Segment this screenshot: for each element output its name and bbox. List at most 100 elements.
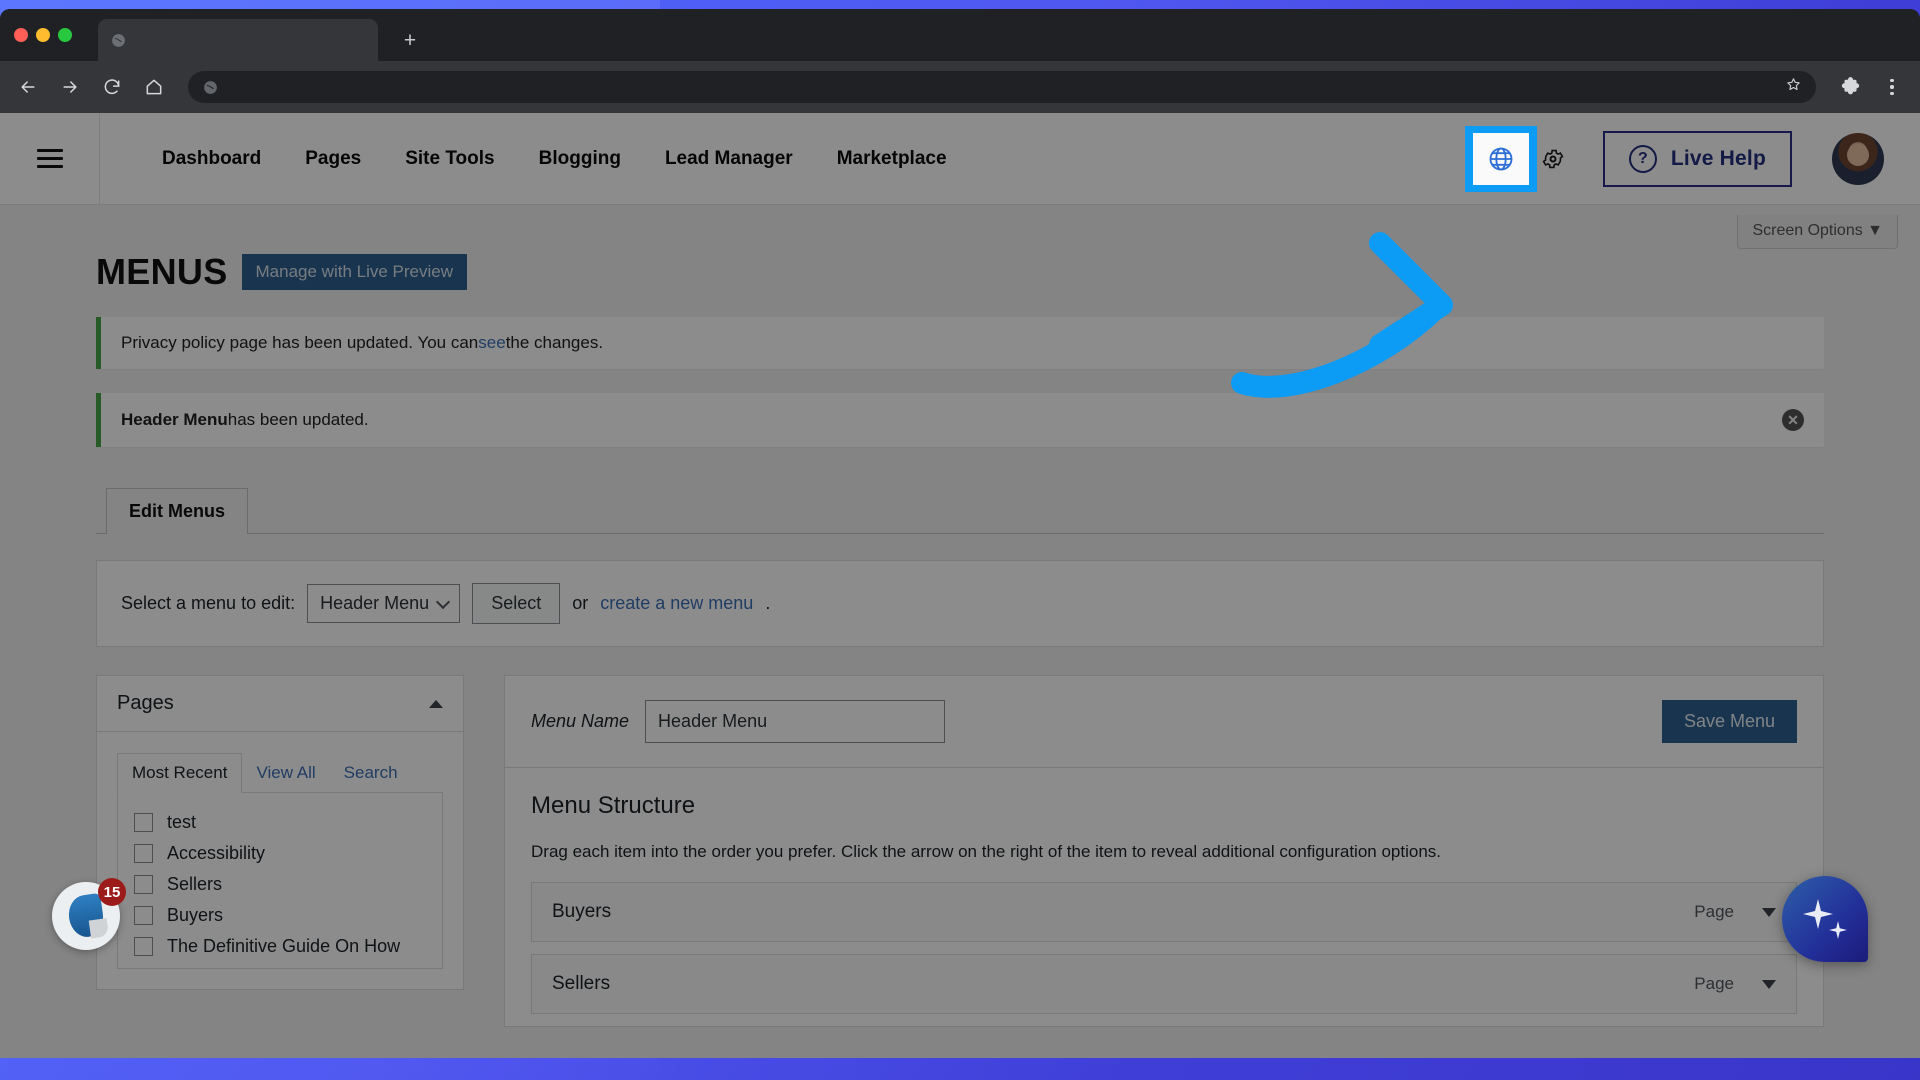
chevron-down-icon[interactable] xyxy=(1762,907,1776,917)
nav-item-dashboard[interactable]: Dashboard xyxy=(140,148,283,170)
see-changes-link[interactable]: see xyxy=(478,333,505,353)
menu-item-type: Page xyxy=(1694,902,1734,921)
tab-view-all[interactable]: View All xyxy=(242,754,329,792)
caret-up-icon[interactable] xyxy=(429,699,443,708)
or-text: or xyxy=(572,593,589,613)
checkbox[interactable] xyxy=(134,906,153,925)
checkbox[interactable] xyxy=(134,937,153,956)
list-item-label: Buyers xyxy=(167,905,224,925)
list-item[interactable]: Buyers xyxy=(134,900,426,931)
editor-columns: Pages Most Recent View All Search test A… xyxy=(96,675,1824,1027)
tab-most-recent[interactable]: Most Recent xyxy=(117,753,243,793)
menu-structure-title: Menu Structure xyxy=(531,792,696,819)
checkbox[interactable] xyxy=(134,875,153,894)
menu-items-list: Buyers Page Sellers Page xyxy=(505,862,1823,1014)
save-menu-button[interactable]: Save Menu xyxy=(1661,700,1797,743)
tab-edit-menus[interactable]: Edit Menus xyxy=(106,488,249,534)
nav-item-pages[interactable]: Pages xyxy=(283,148,383,170)
browser-toolbar xyxy=(0,61,1920,113)
menu-name-label: Menu Name xyxy=(531,711,630,731)
minimize-window-button[interactable] xyxy=(36,28,50,42)
list-item[interactable]: The Definitive Guide On How xyxy=(134,931,426,962)
star-icon[interactable] xyxy=(1785,76,1802,98)
notice-menu-text: has been updated. xyxy=(227,410,369,429)
admin-tabs: Edit Menus xyxy=(96,487,1824,534)
select-button[interactable]: Select xyxy=(472,583,561,624)
maximize-window-button[interactable] xyxy=(58,28,72,42)
globe-icon xyxy=(1472,132,1529,185)
list-item-label: Accessibility xyxy=(167,843,266,863)
period: . xyxy=(765,593,771,613)
pages-column: Pages Most Recent View All Search test A… xyxy=(96,675,464,990)
nav-item-blogging[interactable]: Blogging xyxy=(517,148,643,170)
pages-panel-body: Most Recent View All Search test Accessi… xyxy=(97,732,463,989)
list-item[interactable]: test xyxy=(134,807,426,838)
wordpress-admin-body: Screen Options ▼ MENUS Manage with Live … xyxy=(0,205,1920,1058)
select-menu-label: Select a menu to edit: xyxy=(121,593,296,613)
globe-icon xyxy=(110,32,127,49)
table-row[interactable]: Buyers Page xyxy=(531,882,1797,942)
globe-button[interactable] xyxy=(1464,125,1537,192)
list-item[interactable]: Accessibility xyxy=(134,838,426,869)
create-new-menu-link[interactable]: create a new menu xyxy=(600,593,753,614)
back-arrow-icon[interactable] xyxy=(14,73,42,101)
sparkles-icon xyxy=(1803,899,1847,939)
menu-select-wrapper[interactable]: Header Menu xyxy=(307,584,461,623)
user-avatar[interactable] xyxy=(1832,132,1884,185)
page-content: Dashboard Pages Site Tools Blogging Lead… xyxy=(0,113,1920,1058)
pages-panel-title: Pages xyxy=(117,692,174,714)
home-icon[interactable] xyxy=(140,73,168,101)
close-window-button[interactable] xyxy=(14,28,28,42)
hamburger-menu-icon[interactable] xyxy=(0,113,100,205)
checkbox[interactable] xyxy=(134,844,153,863)
list-item-label: The Definitive Guide On How xyxy=(167,936,401,956)
address-bar[interactable] xyxy=(188,71,1816,103)
checkbox[interactable] xyxy=(134,813,153,832)
menu-item-type: Page xyxy=(1694,974,1734,993)
list-item-label: test xyxy=(167,812,197,832)
notice-text-before: Privacy policy page has been updated. Yo… xyxy=(121,333,479,352)
question-mark-circle-icon: ? xyxy=(1628,144,1657,173)
menu-editor-panel: Menu Name Header Menu Save Menu Menu Str… xyxy=(504,675,1824,1027)
nav-item-marketplace[interactable]: Marketplace xyxy=(815,148,969,170)
browser-tab[interactable] xyxy=(98,19,378,61)
menu-structure-section: Menu Structure Drag each item into the o… xyxy=(505,768,1823,862)
live-help-button[interactable]: ? Live Help xyxy=(1602,130,1792,187)
menu-name-input[interactable]: Header Menu xyxy=(645,700,946,743)
notice-menu-updated: Header Menu has been updated. ✕ xyxy=(96,393,1824,447)
forward-arrow-icon[interactable] xyxy=(56,73,84,101)
menu-select[interactable]: Header Menu xyxy=(307,584,461,623)
screen-options-toggle[interactable]: Screen Options ▼ xyxy=(1737,215,1898,249)
new-tab-button[interactable]: + xyxy=(396,26,424,54)
notification-widget[interactable]: 15 xyxy=(52,878,126,950)
manage-with-live-preview-button[interactable]: Manage with Live Preview xyxy=(241,254,467,290)
notice-privacy-policy: Privacy policy page has been updated. Yo… xyxy=(96,317,1824,369)
list-item[interactable]: Sellers xyxy=(134,869,426,900)
puzzle-piece-icon[interactable] xyxy=(1836,73,1864,101)
close-icon[interactable]: ✕ xyxy=(1782,409,1804,431)
page-title-row: MENUS Manage with Live Preview xyxy=(96,251,1824,293)
chevron-down-icon[interactable] xyxy=(1762,979,1776,989)
three-dot-menu-icon[interactable] xyxy=(1878,73,1906,101)
pages-panel-tabs: Most Recent View All Search xyxy=(117,752,443,793)
ai-assistant-button[interactable] xyxy=(1782,876,1868,962)
window-traffic-lights xyxy=(14,28,72,42)
admin-content: MENUS Manage with Live Preview Privacy p… xyxy=(0,205,1920,1027)
nav-item-site-tools[interactable]: Site Tools xyxy=(383,148,516,170)
menu-item-label: Sellers xyxy=(552,973,611,994)
table-row[interactable]: Sellers Page xyxy=(531,954,1797,1014)
gear-icon[interactable] xyxy=(1541,147,1565,171)
notice-menu-name: Header Menu xyxy=(121,410,228,429)
tab-search[interactable]: Search xyxy=(330,754,412,792)
nav-links: Dashboard Pages Site Tools Blogging Lead… xyxy=(100,148,969,170)
page-viewport: Dashboard Pages Site Tools Blogging Lead… xyxy=(0,113,1920,1058)
notification-badge: 15 xyxy=(98,878,126,906)
browser-tab-strip: + xyxy=(0,9,1920,61)
notice-text-after: the changes. xyxy=(505,333,604,352)
menu-structure-help: Drag each item into the order you prefer… xyxy=(531,842,1441,861)
nav-item-lead-manager[interactable]: Lead Manager xyxy=(643,148,815,170)
pages-panel-header[interactable]: Pages xyxy=(97,676,463,732)
reload-icon[interactable] xyxy=(98,73,126,101)
live-help-label: Live Help xyxy=(1670,146,1766,170)
pages-panel: Pages Most Recent View All Search test A… xyxy=(96,675,464,990)
